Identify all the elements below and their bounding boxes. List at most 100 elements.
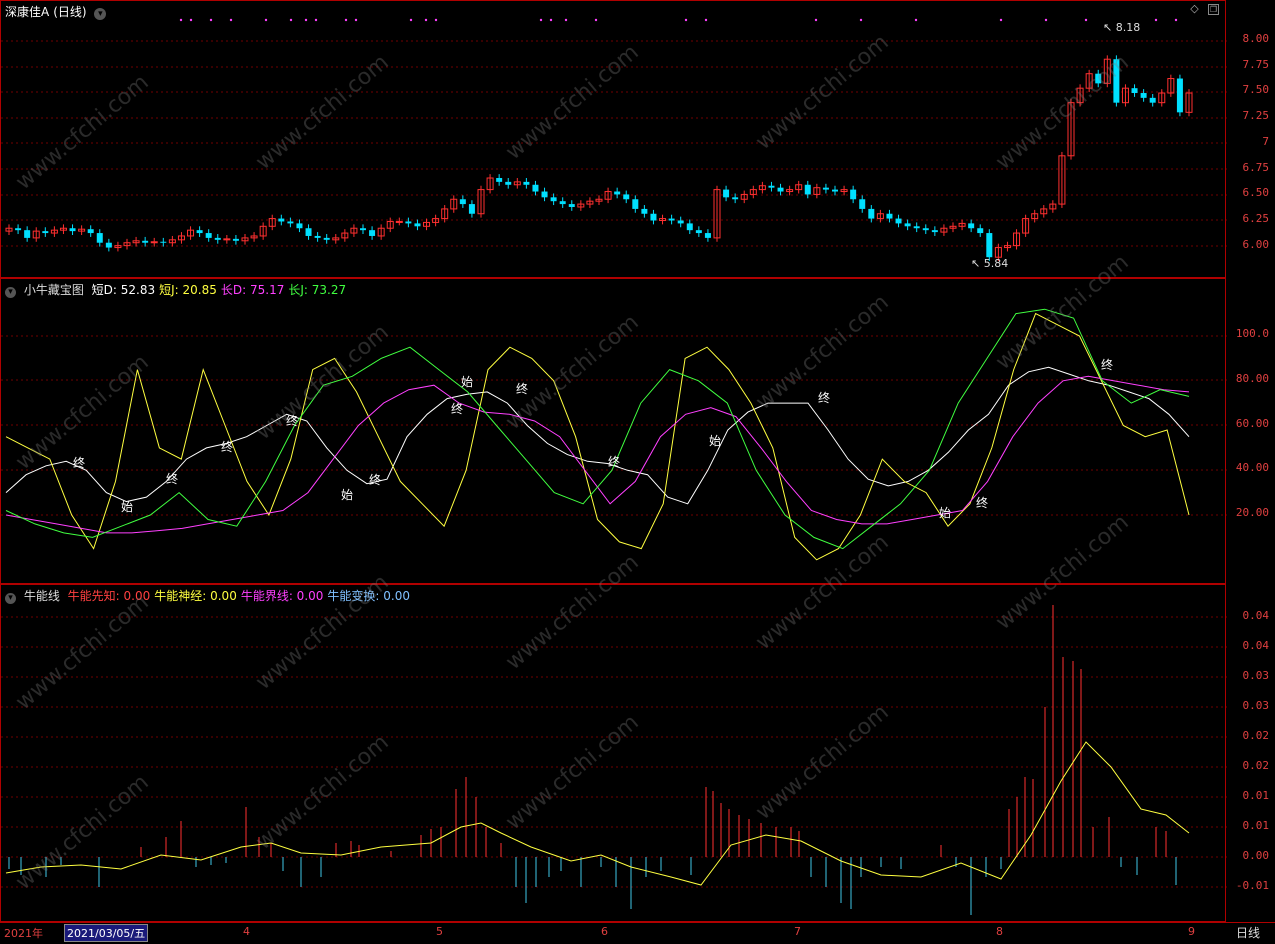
axis-tick: -0.01 — [1235, 879, 1269, 892]
axis-tick: 100.0 — [1235, 327, 1269, 340]
candle-body — [42, 231, 49, 234]
kdj-marker: 始 — [461, 375, 473, 389]
candle-body — [395, 220, 403, 223]
candle-body — [369, 230, 376, 236]
signal-dot — [704, 18, 708, 22]
kdj-marker: 终 — [369, 472, 381, 487]
signal-dot — [1044, 18, 1048, 22]
price-chart[interactable]: ↖ 8.18 ↖ 5.84 — [1, 1, 1227, 279]
kdj-marker: 终 — [1101, 357, 1113, 372]
candle-body — [931, 230, 938, 233]
kdj-marker: 终 — [73, 455, 85, 470]
kdj-marker: 终 — [221, 439, 233, 454]
candle-body — [468, 204, 475, 214]
price-panel[interactable]: 深康佳A (日线) ▾ ↖ 8.18 ↖ 5.84 — [0, 0, 1227, 279]
kdj-marker: 终 — [286, 413, 298, 428]
candle-body — [505, 181, 512, 185]
candle-body — [1113, 59, 1120, 103]
candle-body — [686, 223, 693, 231]
axis-tick: 20.00 — [1235, 506, 1269, 520]
signal-dot — [344, 18, 348, 22]
kdj-marker: 终 — [976, 495, 988, 510]
signal-dot — [229, 18, 233, 22]
signal-dot — [859, 18, 863, 22]
candle-body — [568, 204, 575, 207]
signal-dot — [409, 18, 413, 22]
energy-chart[interactable] — [1, 585, 1227, 923]
axis-tick: 7.25 — [1242, 109, 1270, 123]
candle-body — [314, 235, 321, 238]
kdj-panel[interactable]: ▾ 小牛藏宝图 短D: 52.83 短J: 20.85 长D: 75.17 长J: 7… — [0, 278, 1227, 585]
signal-dot — [424, 18, 428, 22]
axis-tick: 7 — [1262, 134, 1269, 148]
x-axis-label: 6 — [601, 925, 608, 938]
kdj-marker: 始 — [709, 434, 721, 448]
candle-body — [623, 194, 630, 200]
candle-body — [160, 241, 167, 243]
period-tab[interactable]: 日线 — [1236, 924, 1260, 941]
candle-body — [405, 221, 412, 224]
signal-dot — [814, 18, 818, 22]
candle-body — [913, 226, 920, 229]
candle-body — [1140, 93, 1147, 98]
candle-body — [641, 208, 648, 214]
candle-body — [142, 240, 149, 243]
signal-dot — [1154, 18, 1158, 22]
signal-dot — [1084, 18, 1088, 22]
x-axis-label: 4 — [243, 925, 250, 938]
kdj-line-0 — [5, 366, 1190, 505]
signal-dot — [314, 18, 318, 22]
candle-body — [868, 208, 875, 219]
candle-body — [287, 221, 294, 224]
candle-body — [695, 230, 702, 234]
kdj-chart[interactable]: 终始终终终始终终始 终终始终始终终 — [1, 279, 1227, 585]
candle-body — [360, 228, 366, 231]
candle-body — [550, 197, 557, 202]
candle-body — [69, 228, 76, 232]
axis-tick: 0.01 — [1242, 789, 1270, 802]
candle-body — [895, 218, 902, 224]
signal-dot — [999, 18, 1003, 22]
axis-tick: 60.00 — [1235, 416, 1269, 430]
candle-body — [859, 199, 866, 209]
signal-dot — [209, 18, 213, 22]
candle-body — [541, 191, 548, 198]
axis-tick: 7.75 — [1242, 57, 1270, 71]
axis-tick: 6.50 — [1242, 186, 1270, 200]
energy-panel[interactable]: ▾ 牛能线 牛能先知: 0.00 牛能神经: 0.00 牛能界线: 0.00 牛能变换… — [0, 584, 1227, 923]
axis-tick: 0.00 — [1242, 849, 1270, 862]
candle-body — [196, 230, 203, 234]
axis-tick: 0.02 — [1242, 729, 1270, 742]
window-restore-icon[interactable]: ❐ — [1208, 4, 1219, 15]
candle-body — [323, 237, 330, 240]
price-axis: 8.00 7.75 7.50 7.25 7 6.75 6.50 6.25 6.00 — [1226, 0, 1275, 278]
axis-tick: 80.00 — [1235, 371, 1269, 385]
energy-yellow-line — [5, 741, 1190, 886]
axis-tick: 6.25 — [1242, 211, 1270, 225]
candle-body — [1149, 97, 1156, 103]
axis-tick: 0.04 — [1242, 609, 1270, 622]
candle-body — [732, 197, 739, 200]
candle-body — [822, 187, 829, 190]
kdj-marker: 终 — [451, 401, 463, 416]
candle-body — [768, 185, 775, 188]
candle-body — [296, 223, 303, 229]
candle-body — [650, 213, 657, 221]
diamond-icon[interactable]: ◇ — [1189, 3, 1200, 15]
candle-body — [96, 233, 103, 243]
signal-dot — [684, 18, 688, 22]
axis-tick: 0.03 — [1242, 669, 1270, 682]
x-axis-label: 2021年 — [4, 927, 43, 940]
candle-body — [414, 223, 421, 227]
high-price-label: ↖ 8.18 — [1103, 21, 1140, 34]
candle-body — [15, 228, 22, 231]
candle-body — [922, 228, 929, 231]
axis-tick: 8.00 — [1242, 32, 1270, 45]
candle-body — [1131, 88, 1138, 94]
signal-dot — [1174, 18, 1178, 22]
candle-body — [777, 187, 784, 192]
candle-body — [105, 242, 112, 248]
signal-dot — [914, 18, 918, 22]
x-axis-label: 7 — [794, 925, 801, 938]
candle-body — [205, 233, 212, 238]
